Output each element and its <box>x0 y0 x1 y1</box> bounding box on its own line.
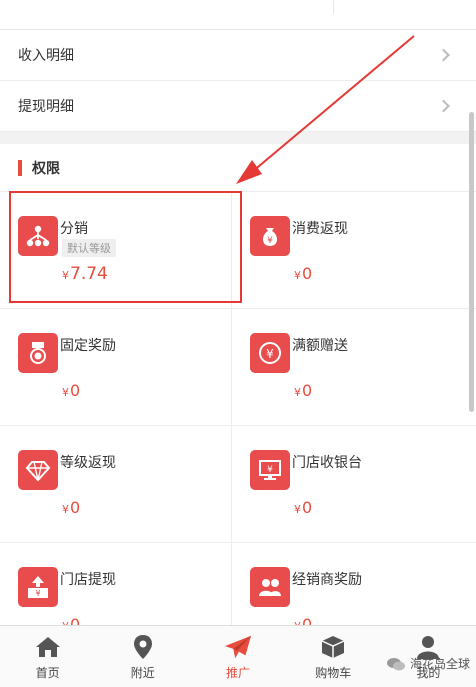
item-amount: ¥0 <box>62 381 81 400</box>
detail-list: 收入明细 提现明细 <box>0 30 476 132</box>
tab-cart[interactable]: 购物车 <box>286 626 381 687</box>
permissions-grid: 分销 默认等级 ¥7.74 ¥ 消费返现 ¥0 固定奖励 ¥0 ¥ 满额赠送 ¥… <box>0 192 476 660</box>
paper-plane-icon <box>224 633 252 661</box>
item-name: 分销 <box>60 221 88 237</box>
grid-item-level-cashback[interactable]: 等级返现 ¥0 <box>0 426 232 543</box>
medal-icon <box>18 333 58 373</box>
tab-label: 推广 <box>226 666 251 680</box>
item-amount: ¥0 <box>294 498 313 517</box>
grid-item-consumption-cashback[interactable]: ¥ 消费返现 ¥0 <box>232 192 476 309</box>
grid-item-distribution[interactable]: 分销 默认等级 ¥7.74 <box>0 192 232 309</box>
svg-text:¥: ¥ <box>266 347 274 361</box>
item-name: 门店提现 <box>60 572 116 588</box>
item-amount: ¥0 <box>62 498 81 517</box>
item-name: 经销商奖励 <box>292 572 362 588</box>
withdraw-detail-row[interactable]: 提现明细 <box>0 81 476 132</box>
withdraw-box-icon: ¥ <box>18 567 58 607</box>
money-bag-icon: ¥ <box>250 216 290 256</box>
section-accent-bar <box>18 159 22 176</box>
box-icon <box>319 633 347 661</box>
yen-coin-icon: ¥ <box>250 333 290 373</box>
item-name: 门店收银台 <box>292 455 362 471</box>
tab-promote[interactable]: 推广 <box>190 626 285 687</box>
section-title: 权限 <box>32 160 60 177</box>
income-detail-row[interactable]: 收入明细 <box>0 30 476 81</box>
tab-label: 购物车 <box>315 666 352 680</box>
level-badge: 默认等级 <box>62 239 116 257</box>
svg-text:¥: ¥ <box>267 465 273 475</box>
scrollbar[interactable] <box>469 112 474 412</box>
people-icon <box>250 567 290 607</box>
top-strip <box>0 0 476 30</box>
tab-label: 首页 <box>35 666 60 680</box>
wechat-icon <box>386 657 406 671</box>
permissions-header: 权限 <box>0 144 476 192</box>
tab-label: 附近 <box>130 666 155 680</box>
watermark: 海花岛全球 <box>386 655 470 672</box>
grid-item-fixed-reward[interactable]: 固定奖励 ¥0 <box>0 309 232 426</box>
grid-item-full-amount-gift[interactable]: ¥ 满额赠送 ¥0 <box>232 309 476 426</box>
home-icon <box>34 633 62 661</box>
top-divider <box>333 0 334 14</box>
diamond-icon <box>18 450 58 490</box>
item-name: 等级返现 <box>60 455 116 471</box>
svg-text:¥: ¥ <box>267 236 273 246</box>
item-name: 固定奖励 <box>60 338 116 354</box>
item-name: 满额赠送 <box>292 338 348 354</box>
chevron-right-icon <box>437 99 450 113</box>
watermark-text: 海花岛全球 <box>409 657 470 671</box>
tab-home[interactable]: 首页 <box>0 626 95 687</box>
grid-item-store-cashier[interactable]: ¥ 门店收银台 ¥0 <box>232 426 476 543</box>
item-amount: ¥7.74 <box>62 264 108 284</box>
item-amount: ¥0 <box>294 264 313 283</box>
share-network-icon <box>18 216 58 256</box>
location-pin-icon <box>129 633 157 661</box>
item-amount: ¥0 <box>294 381 313 400</box>
svg-text:¥: ¥ <box>35 589 40 598</box>
income-detail-label: 收入明细 <box>18 48 74 64</box>
tab-nearby[interactable]: 附近 <box>95 626 190 687</box>
item-name: 消费返现 <box>292 221 348 237</box>
chevron-right-icon <box>437 48 450 62</box>
withdraw-detail-label: 提现明细 <box>18 99 74 115</box>
cashier-monitor-icon: ¥ <box>250 450 290 490</box>
